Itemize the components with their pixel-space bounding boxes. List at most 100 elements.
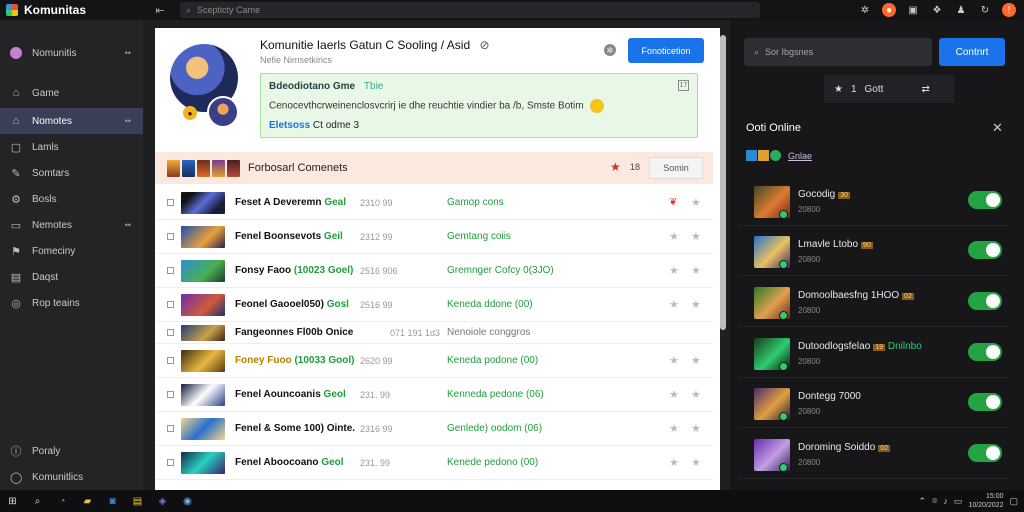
secondary-avatar[interactable] [207,96,239,128]
sidebar-item-rop-teains[interactable]: ◎ Rop teains [0,290,143,316]
search-input[interactable]: ⌕ Scepticty Came [180,2,760,18]
star-icon[interactable]: ★ [691,298,701,311]
star-icon[interactable]: ★ [691,264,701,277]
search-icon[interactable]: ⌕ [25,490,50,512]
more-icon[interactable]: •• [125,220,131,230]
star-icon[interactable]: ★ [691,230,701,243]
list-item[interactable]: Fangeonnes Fl00b Onice 071 191 1d3 Nenoi… [155,322,713,344]
chevron-up-icon[interactable]: ⌃ [918,496,926,507]
star-icon[interactable]: ★ [691,196,701,209]
online-games-label[interactable]: Gnlae [788,151,812,161]
settings-icon[interactable]: ✲ [604,44,616,56]
sidebar-item-nomotes[interactable]: ⌂ Nomotes •• [0,108,143,134]
user-icon[interactable]: ♟ [954,3,968,17]
sidebar-item-bosls[interactable]: ⚙ Bosls [0,186,143,212]
follow-button[interactable]: Fonoticetion [628,38,704,63]
friend-item[interactable]: Gocodig 30 20800 [738,176,1008,226]
sidebar-item-game[interactable]: ⌂ Game [0,80,143,106]
star-icon[interactable]: ★ [669,456,679,469]
star-icon[interactable]: ★ [691,388,701,401]
star-icon[interactable]: ★ [669,388,679,401]
friends-search-input[interactable]: ⌕ Sor Ibgsnes [744,38,932,66]
row-checkbox[interactable] [167,357,174,364]
row-title[interactable]: Fenel Aboocoano Geol [235,457,344,468]
battery-icon[interactable]: ▭ [954,496,963,507]
row-title[interactable]: Feonel Gaooel050) Gosl [235,299,349,310]
status-link-label[interactable]: Eletsoss [269,120,310,131]
notify-toggle[interactable] [968,393,1002,411]
row-checkbox[interactable] [167,233,174,240]
row-title[interactable]: Fangeonnes Fl00b Onice [235,327,353,338]
list-item[interactable]: Fenel Aboocoano Geol 231. 99 Kenede pedo… [155,446,713,480]
friend-item[interactable]: Domoolbaesfng 1HOO 02 20800 [738,277,1008,327]
sidebar-item-fomeciny[interactable]: ⚑ Fomeciny [0,238,143,264]
list-item[interactable]: Foney Fuoo (10033 Gool) 2620 99 Keneda p… [155,344,713,378]
star-icon[interactable]: ★ [691,354,701,367]
star-icon[interactable]: ★ [691,422,701,435]
sidebar-item-nomunitis[interactable]: Nomunitis •• [0,40,143,66]
list-item[interactable]: Fenel Boonsevots Geil 2312 99 Gemtang co… [155,220,713,254]
app-icon[interactable]: ◈ [150,490,175,512]
star-icon[interactable]: ★ [669,354,679,367]
sidebar-item-somtars[interactable]: ✎ Somtars [0,160,143,186]
star-icon[interactable]: ★ [691,456,701,469]
store-icon[interactable]: ◙ [100,490,125,512]
friend-item[interactable]: Dontegg 7000 20800 [738,378,1008,428]
window-icon[interactable]: ▣ [906,3,920,17]
more-icon[interactable]: •• [125,116,131,126]
sidebar-item-komunitlics[interactable]: ◯ Komunitlics [0,464,143,490]
sidebar-item-nemotes[interactable]: ▭ Nemotes •• [0,212,143,238]
close-icon[interactable]: 17 [678,80,689,91]
online-games[interactable]: Gnlae [746,150,812,161]
close-icon[interactable]: ✕ [992,120,1003,136]
row-checkbox[interactable] [167,391,174,398]
list-item[interactable]: Fenel Aouncoanis Geol 231. 99 Kenneda pe… [155,378,713,412]
refresh-icon[interactable]: ↻ [978,3,992,17]
scrollbar[interactable] [720,35,726,330]
notification-icon[interactable]: ● [882,3,896,17]
mail-icon[interactable]: ▤ [125,490,150,512]
sort-button[interactable]: Somin [649,157,703,179]
notify-toggle[interactable] [968,292,1002,310]
friends-tabs[interactable]: ★ 1 Gott ⇄ [824,75,954,103]
list-item[interactable]: Feset A Deveremn Geal 2310 99 Gamop cons… [155,186,713,220]
row-title[interactable]: Foney Fuoo (10033 Gool) [235,355,354,366]
star-icon[interactable]: ★ [669,298,679,311]
list-item[interactable]: Fenel & Some 100) Ointe. 2316 99 Genlede… [155,412,713,446]
windows-start-icon[interactable]: ⊞ [0,490,25,512]
row-checkbox[interactable] [167,301,174,308]
settings-icon[interactable]: ✲ [858,3,872,17]
notify-toggle[interactable] [968,343,1002,361]
row-title[interactable]: Fenel Aouncoanis Geol [235,389,346,400]
star-icon[interactable]: ★ [669,264,679,277]
row-checkbox[interactable] [167,459,174,466]
more-icon[interactable]: •• [125,48,131,58]
row-title[interactable]: Fenel Boonsevots Geil [235,231,343,242]
sidebar-item-lamls[interactable]: ▢ Lamls [0,134,143,160]
brand[interactable]: Komunitas [0,3,150,17]
edge-browser-icon[interactable]: ◔ [50,490,75,512]
notify-toggle[interactable] [968,241,1002,259]
row-checkbox[interactable] [167,329,174,336]
star-icon[interactable]: ★ [610,160,621,174]
row-checkbox[interactable] [167,199,174,206]
puzzle-icon[interactable]: ❖ [930,3,944,17]
list-item[interactable]: Fonsy Faoo (10023 Goel) 2516 906 Gremnge… [155,254,713,288]
alert-icon[interactable]: ! [1002,3,1016,17]
row-title[interactable]: Fonsy Faoo (10023 Goel) [235,265,353,276]
sidebar-item-daqst[interactable]: ▤ Daqst [0,264,143,290]
status-link[interactable]: Eletsoss Ct odme 3 [269,120,689,131]
notify-toggle[interactable] [968,444,1002,462]
back-arrow-icon[interactable]: ⇤ [150,4,170,17]
volume-icon[interactable]: ♪ [943,496,948,506]
connect-button[interactable]: Contnrt [939,38,1005,66]
friend-item[interactable]: Lmavle Ltobo 90 20800 [738,226,1008,276]
row-checkbox[interactable] [167,425,174,432]
friend-item[interactable]: Doroming Soiddo 02 20800 [738,429,1008,479]
info-icon[interactable]: ⊘ [479,38,489,52]
friend-item[interactable]: Dutoodlogsfelao 19 Dnilnbo 20800 [738,328,1008,378]
notify-toggle[interactable] [968,191,1002,209]
clock[interactable]: 15:00 10/20/2022 [968,492,1003,510]
folder-icon[interactable]: ▰ [75,490,100,512]
row-title[interactable]: Feset A Deveremn Geal [235,197,346,208]
